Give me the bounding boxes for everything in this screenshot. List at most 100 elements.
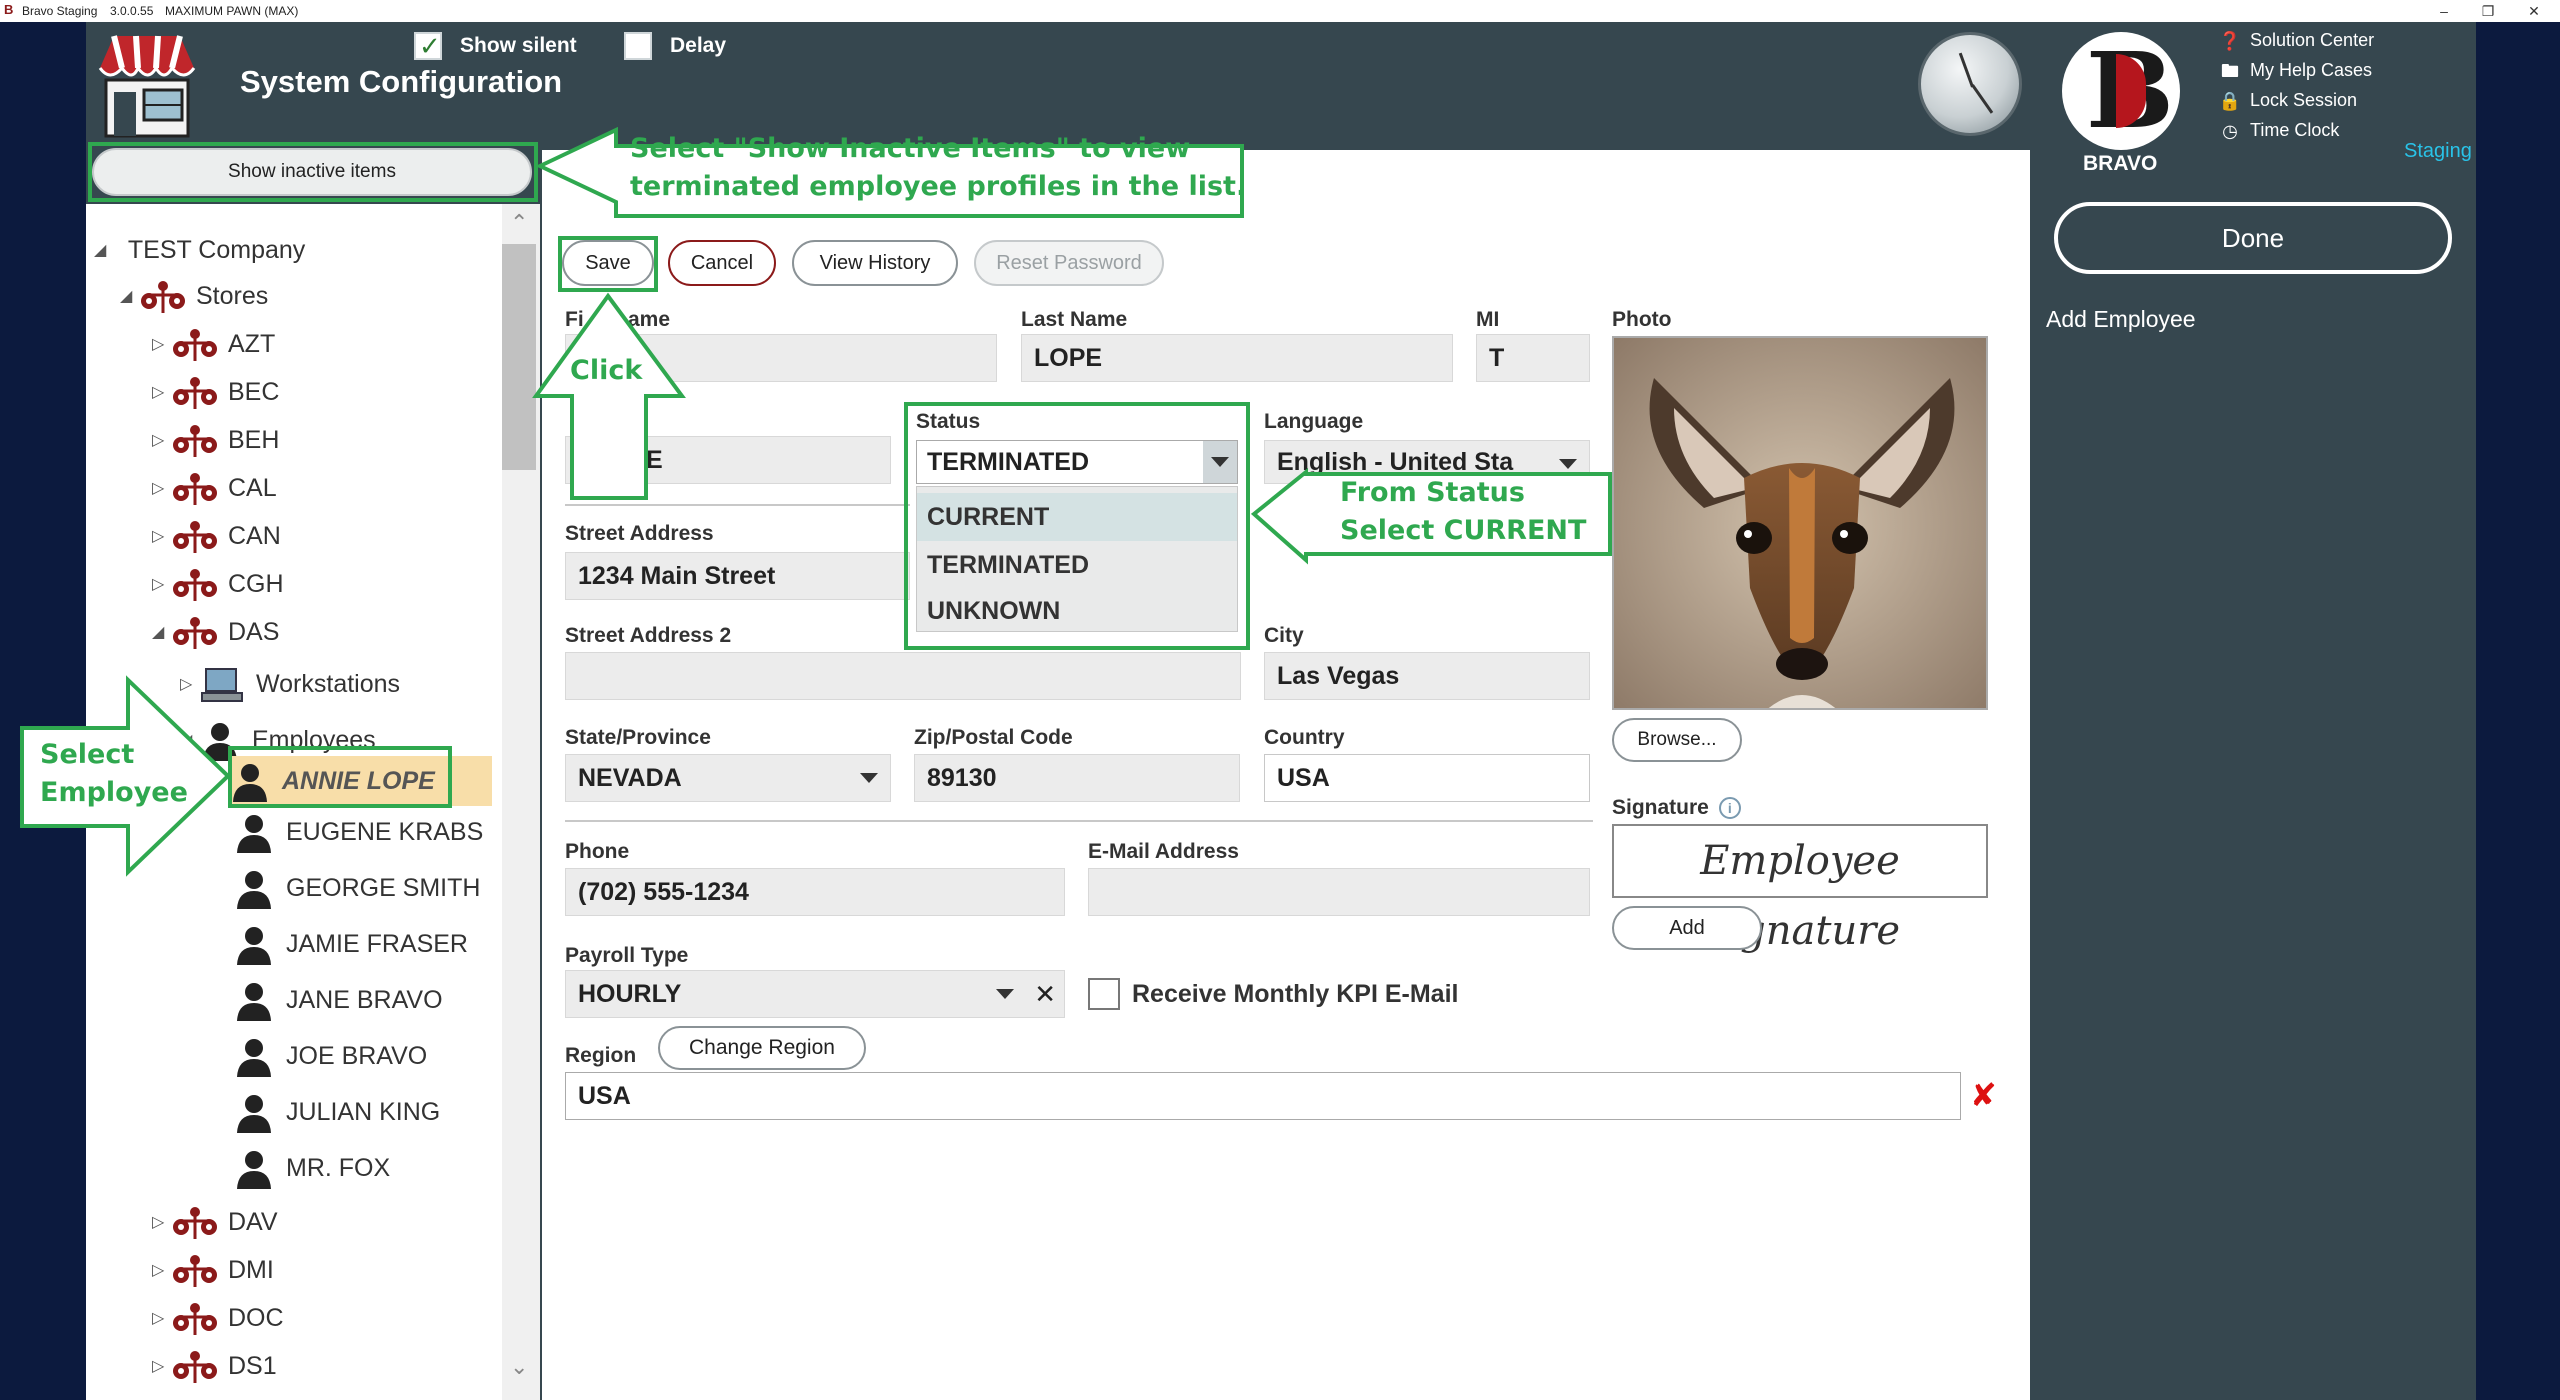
annotation-text: From Status	[1340, 477, 1525, 508]
employee-photo	[1612, 336, 1988, 710]
state-dropdown[interactable]: NEVADA	[565, 754, 891, 802]
tree-employee[interactable]: GEORGE SMITH	[234, 868, 480, 910]
brand-name: BRAVO	[2083, 152, 2158, 175]
show-silent-label: Show silent	[460, 34, 577, 57]
clear-region-icon[interactable]: ✘	[1970, 1078, 2004, 1112]
add-signature-button[interactable]: Add	[1612, 906, 1762, 950]
cancel-button[interactable]: Cancel	[668, 240, 776, 286]
store-group-icon	[172, 1301, 218, 1337]
person-icon	[234, 925, 274, 966]
payroll-type-label: Payroll Type	[565, 944, 689, 967]
time-clock-link[interactable]: ◷ Time Clock	[2218, 120, 2339, 142]
street-address-field[interactable]: 1234 Main Street	[565, 552, 910, 600]
restore-icon[interactable]: ❐	[2478, 2, 2498, 20]
phone-label: Phone	[565, 840, 630, 863]
info-icon[interactable]: i	[1718, 797, 1741, 820]
photo-label: Photo	[1612, 308, 1672, 331]
show-silent-checkbox[interactable]	[414, 31, 442, 62]
city-field[interactable]: Las Vegas	[1264, 652, 1590, 700]
section-divider	[565, 820, 1593, 822]
tree-employee[interactable]: EUGENE KRABS	[234, 812, 483, 854]
store-group-icon	[172, 567, 218, 603]
my-help-cases-link[interactable]: 🖿 My Help Cases	[2218, 60, 2372, 82]
signature-box[interactable]: Employee Signature	[1612, 824, 1988, 954]
reset-password-button[interactable]: Reset Password	[974, 240, 1164, 286]
tree-node-store[interactable]: ▷ BEH	[152, 420, 279, 460]
app-logo-icon: B	[4, 2, 14, 17]
annotation-highlight-save	[558, 236, 658, 292]
minimize-icon[interactable]: –	[2434, 2, 2454, 20]
country-field[interactable]: USA	[1264, 754, 1590, 802]
annotation-text: Select CURRENT	[1340, 515, 1587, 546]
bravo-logo: B	[2062, 32, 2180, 150]
email-field[interactable]	[1088, 868, 1590, 916]
store-icon	[98, 35, 196, 138]
question-circle-icon: ❓	[2218, 31, 2242, 52]
annotation-text: Employee	[40, 777, 188, 808]
delay-checkbox[interactable]	[624, 32, 652, 60]
change-region-button[interactable]: Change Region	[658, 1026, 866, 1070]
store-group-icon	[140, 279, 186, 315]
zip-field[interactable]: 89130	[914, 754, 1240, 802]
kpi-email-label: Receive Monthly KPI E-Mail	[1132, 980, 1459, 1008]
tree-node-store[interactable]: ▷ DMI	[152, 1250, 274, 1290]
tree-node-stores[interactable]: ◢ Stores	[120, 276, 268, 316]
last-name-label: Last Name	[1021, 308, 1128, 331]
street-address-label: Street Address	[565, 522, 714, 545]
tree-node-store[interactable]: ▷ DS1	[152, 1346, 277, 1386]
last-name-field[interactable]: LOPE	[1021, 334, 1453, 382]
tree-node-store[interactable]: ▷ CAN	[152, 516, 281, 556]
annotation-highlight-status	[904, 402, 1250, 650]
tree-node-store-expanded[interactable]: ◢ DAS	[152, 612, 279, 652]
payroll-type-dropdown[interactable]: HOURLY ✕	[565, 970, 1065, 1018]
tree-node-store[interactable]: ▷ BEC	[152, 372, 279, 412]
street-address-2-field[interactable]	[565, 652, 1241, 700]
region-label: Region	[565, 1044, 637, 1067]
language-label: Language	[1264, 410, 1364, 433]
view-history-button[interactable]: View History	[792, 240, 958, 286]
tree-node-store[interactable]: ▷ CAL	[152, 468, 277, 508]
clear-icon[interactable]: ✕	[1034, 971, 1056, 1017]
clock-widget-icon[interactable]	[1918, 32, 2022, 136]
section-divider	[565, 504, 910, 506]
delay-label: Delay	[670, 34, 727, 57]
tree-employee[interactable]: MR. FOX	[234, 1148, 390, 1190]
city-label: City	[1264, 624, 1304, 647]
person-icon	[234, 1149, 274, 1190]
tree-root[interactable]: ◢ TEST Company	[94, 230, 305, 270]
region-field[interactable]: USA	[565, 1072, 1961, 1120]
tree-node-store[interactable]: ▷ AZT	[152, 324, 275, 364]
person-icon	[234, 1093, 274, 1134]
solution-center-link[interactable]: ❓ Solution Center	[2218, 30, 2374, 52]
tree-employee[interactable]: JANE BRAVO	[234, 980, 443, 1022]
store-group-icon	[172, 375, 218, 411]
scroll-down-icon[interactable]: ⌄	[510, 1354, 528, 1380]
annotation-highlight-show-inactive	[88, 142, 538, 202]
folder-icon: 🖿	[2221, 61, 2239, 82]
close-icon[interactable]: ✕	[2524, 2, 2544, 20]
annotation-text: Select	[40, 739, 135, 770]
tree-node-store[interactable]: ▷ CGH	[152, 564, 284, 604]
scrollbar-thumb[interactable]	[502, 244, 536, 470]
store-group-icon	[172, 1205, 218, 1241]
store-group-icon	[172, 1253, 218, 1289]
store-group-icon	[172, 423, 218, 459]
annotation-highlight-employee	[228, 746, 452, 808]
tree-employee[interactable]: JAMIE FRASER	[234, 924, 468, 966]
scroll-up-icon[interactable]: ⌃	[510, 210, 528, 236]
phone-field[interactable]: (702) 555-1234	[565, 868, 1065, 916]
person-icon	[234, 981, 274, 1022]
annotation-text: Select "Show Inactive Items" to view	[630, 133, 1191, 164]
store-group-icon	[172, 1349, 218, 1385]
window-titlebar: B Bravo Staging 3.0.0.55 MAXIMUM PAWN (M…	[0, 0, 2560, 22]
tree-employee[interactable]: JULIAN KING	[234, 1092, 440, 1134]
signature-label: Signature i	[1612, 796, 1741, 820]
done-button[interactable]: Done	[2054, 202, 2452, 274]
tree-employee[interactable]: JOE BRAVO	[234, 1036, 427, 1078]
tree-node-store[interactable]: ▷ DAV	[152, 1202, 278, 1242]
middle-initial-field[interactable]: T	[1476, 334, 1590, 382]
browse-photo-button[interactable]: Browse...	[1612, 718, 1742, 762]
lock-session-link[interactable]: 🔒 Lock Session	[2218, 90, 2357, 112]
tree-node-store[interactable]: ▷ DOC	[152, 1298, 284, 1338]
kpi-email-checkbox[interactable]	[1088, 978, 1120, 1010]
